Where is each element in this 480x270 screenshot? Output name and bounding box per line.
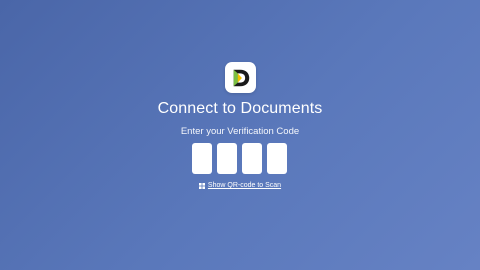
qr-grid-icon: [198, 182, 205, 189]
page-title: Connect to Documents: [157, 100, 323, 117]
documents-logo-icon: [233, 69, 249, 86]
code-digit-2[interactable]: [217, 143, 237, 174]
show-qr-code-link[interactable]: Show QR-code to Scan: [0, 181, 480, 190]
documents-app-icon: [225, 62, 256, 93]
code-digit-3[interactable]: [242, 143, 262, 174]
verification-prompt: Enter your Verification Code: [180, 126, 300, 137]
show-qr-code-label[interactable]: Show QR-code to Scan: [208, 181, 281, 190]
code-digit-4[interactable]: [267, 143, 287, 174]
verification-code-inputs: [192, 143, 287, 174]
code-digit-1[interactable]: [192, 143, 212, 174]
connect-page: Connect to Documents Enter your Verifica…: [0, 0, 480, 270]
